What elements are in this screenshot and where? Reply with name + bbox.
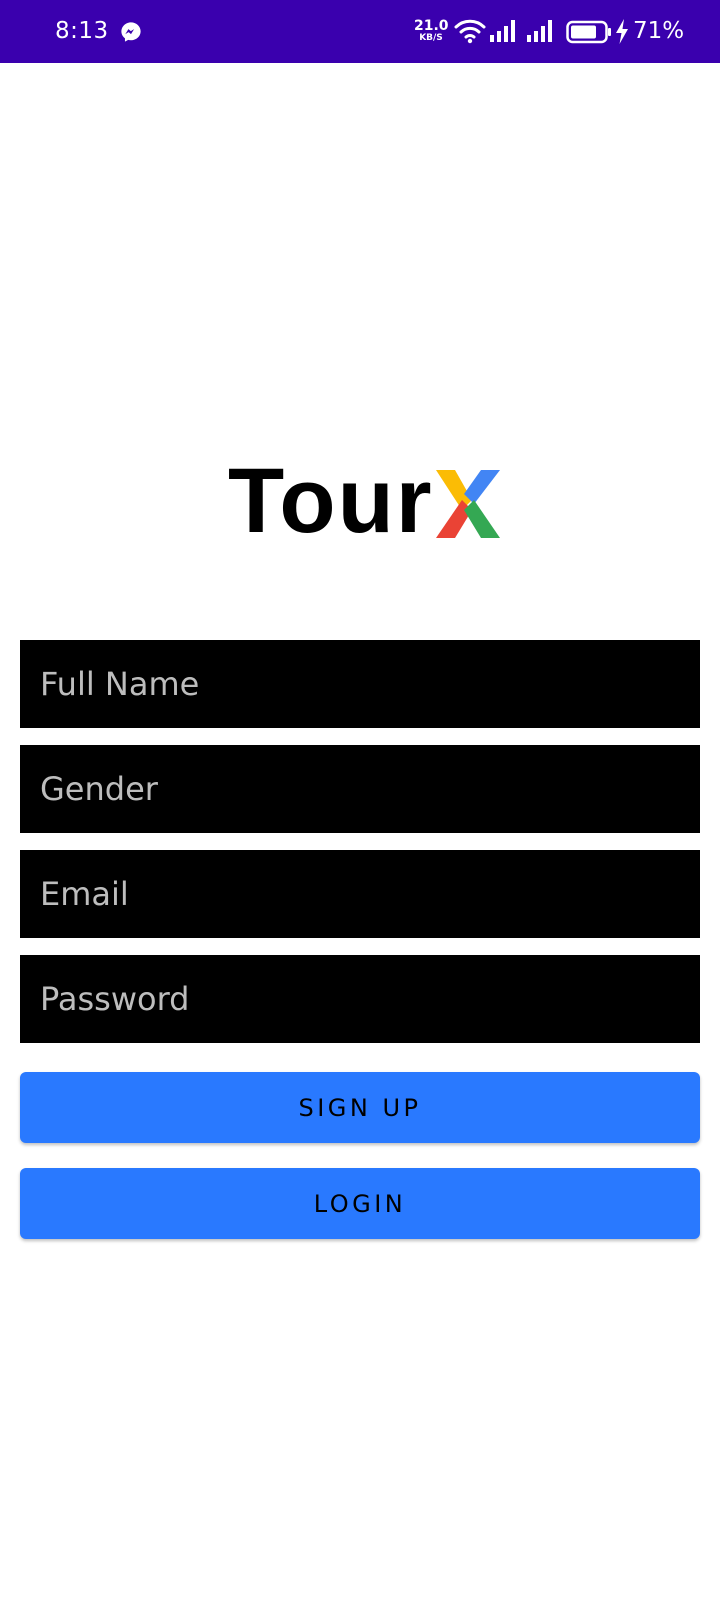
network-speed-unit: KB/S: [419, 33, 443, 43]
battery-percent: 71%: [633, 18, 685, 44]
email-input[interactable]: [20, 850, 700, 938]
messenger-icon: [121, 22, 141, 42]
sign-up-button[interactable]: SIGN UP: [20, 1072, 700, 1143]
gender-input[interactable]: [20, 745, 700, 833]
status-bar: 8:13 21.0 KB/S 71%: [0, 0, 720, 63]
battery-icon: [566, 20, 611, 44]
password-field-container: [20, 955, 700, 1043]
charging-icon: [616, 19, 628, 44]
signal-icon: [490, 20, 515, 42]
network-speed: 21.0 KB/S: [414, 18, 449, 43]
logo-x-icon: [436, 470, 500, 538]
email-field-container: [20, 850, 700, 938]
wifi-icon: [454, 19, 486, 44]
login-button[interactable]: LOGIN: [20, 1168, 700, 1239]
full-name-input[interactable]: [20, 640, 700, 728]
gender-field-container: [20, 745, 700, 833]
status-time: 8:13: [55, 18, 109, 44]
full-name-field-container: [20, 640, 700, 728]
network-speed-value: 21.0: [414, 18, 449, 34]
password-input[interactable]: [20, 955, 700, 1043]
signal-icon: [527, 20, 552, 42]
logo-text: Tour: [228, 450, 434, 552]
app-logo: Tour: [228, 455, 518, 555]
